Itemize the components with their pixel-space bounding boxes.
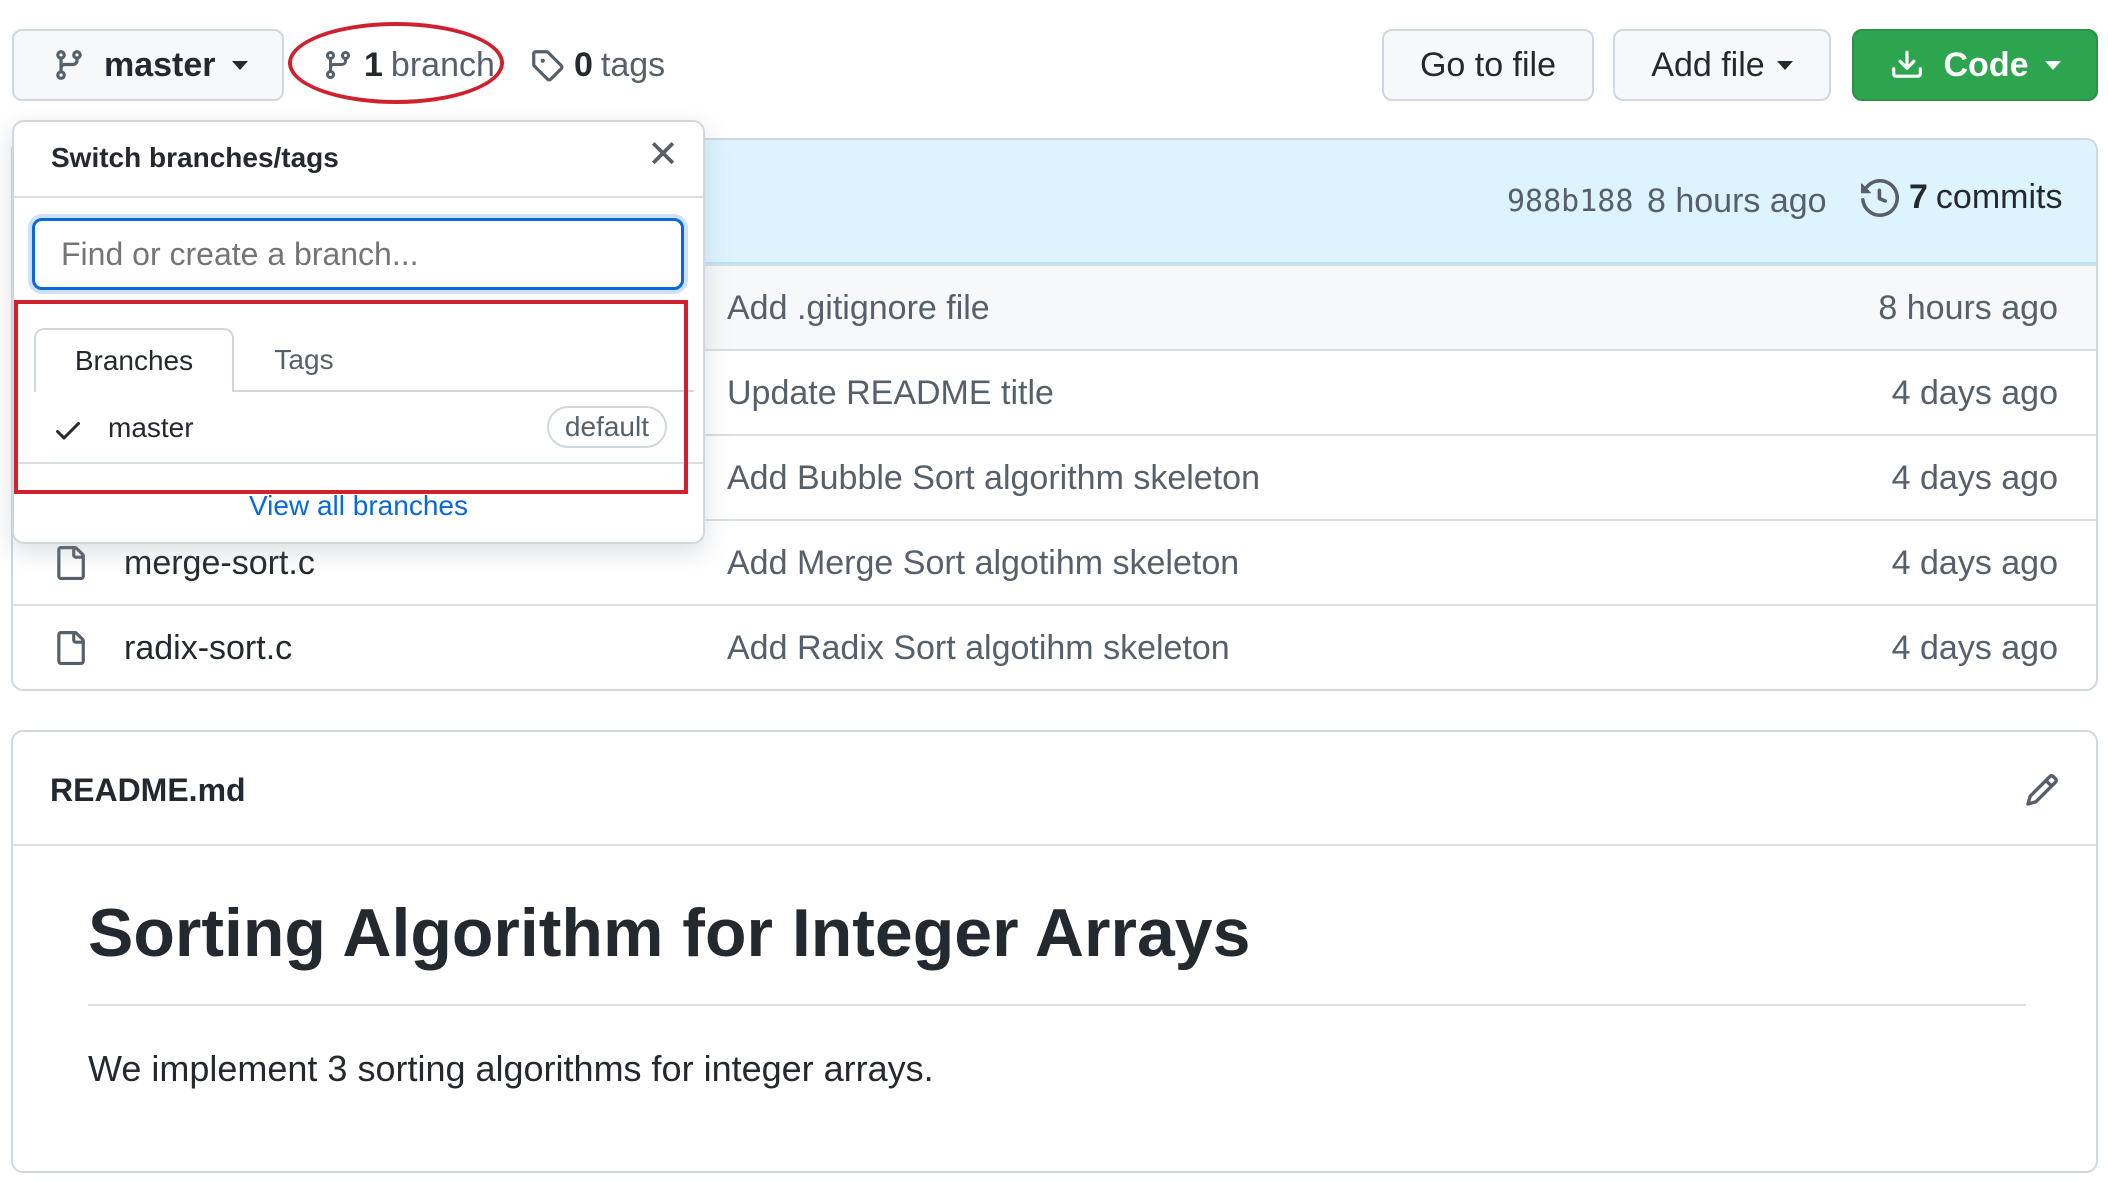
chevron-down-icon	[1776, 60, 1793, 70]
commit-age: 4 days ago	[1891, 459, 2058, 497]
file-row: radix-sort.c Add Radix Sort algotihm ske…	[13, 604, 2096, 689]
commit-age: 4 days ago	[1891, 374, 2058, 412]
tags-link[interactable]: 0 tags	[530, 40, 665, 90]
tag-word: tags	[600, 45, 666, 84]
add-file-label: Add file	[1651, 45, 1765, 84]
commit-age: 4 days ago	[1891, 629, 2058, 667]
chevron-down-icon	[231, 60, 248, 70]
commit-hash[interactable]: 988b188	[1507, 184, 1633, 219]
commit-word: commits	[1935, 178, 2063, 216]
git-branch-icon	[56, 50, 82, 80]
tag-icon	[532, 50, 564, 82]
go-to-file-button[interactable]: Go to file	[1382, 29, 1594, 101]
pencil-icon[interactable]	[2024, 772, 2060, 808]
download-icon	[1891, 50, 1922, 78]
dropdown-title: Switch branches/tags	[51, 142, 339, 173]
commit-message[interactable]: Add Radix Sort algotihm skeleton	[727, 606, 1230, 689]
go-to-file-label: Go to file	[1419, 45, 1557, 84]
chevron-down-icon	[2044, 60, 2061, 70]
commit-message[interactable]: Add .gitignore file	[727, 266, 990, 351]
commit-time: 8 hours ago	[1647, 182, 1827, 220]
readme-panel: README.md Sorting Algorithm for Integer …	[11, 730, 2098, 1173]
branch-search-input[interactable]	[32, 218, 684, 290]
close-icon[interactable]: ✕	[647, 132, 679, 177]
readme-heading: Sorting Algorithm for Integer Arrays	[88, 895, 1251, 971]
readme-divider	[13, 844, 2096, 846]
history-icon	[1861, 178, 1899, 217]
commit-message[interactable]: Add Bubble Sort algorithm skeleton	[727, 436, 1260, 521]
commit-count: 7	[1909, 178, 1928, 216]
file-icon	[57, 631, 85, 665]
file-name[interactable]: radix-sort.c	[124, 606, 292, 689]
commits-link[interactable]: 7 commits	[1861, 178, 2062, 217]
code-label: Code	[1943, 45, 2029, 84]
commit-age: 8 hours ago	[1878, 289, 2058, 327]
readme-filename: README.md	[50, 772, 246, 808]
commit-message[interactable]: Update README title	[727, 351, 1054, 436]
tag-count: 0	[574, 45, 593, 84]
commit-message[interactable]: Add Merge Sort algotihm skeleton	[727, 521, 1239, 606]
add-file-button[interactable]: Add file	[1613, 29, 1831, 101]
file-icon	[57, 546, 85, 580]
branch-annotation-ellipse	[288, 22, 504, 104]
view-all-branches-link[interactable]: View all branches	[14, 490, 703, 522]
readme-body: We implement 3 sorting algorithms for in…	[88, 1048, 934, 1089]
branch-select-label: master	[104, 45, 216, 84]
branch-select-button[interactable]: master	[12, 29, 284, 101]
commit-age: 4 days ago	[1891, 544, 2058, 582]
branch-list-annotation-box	[14, 300, 688, 494]
code-button[interactable]: Code	[1852, 29, 2098, 101]
readme-heading-rule	[88, 1004, 2026, 1006]
dropdown-header-divider	[14, 196, 703, 198]
